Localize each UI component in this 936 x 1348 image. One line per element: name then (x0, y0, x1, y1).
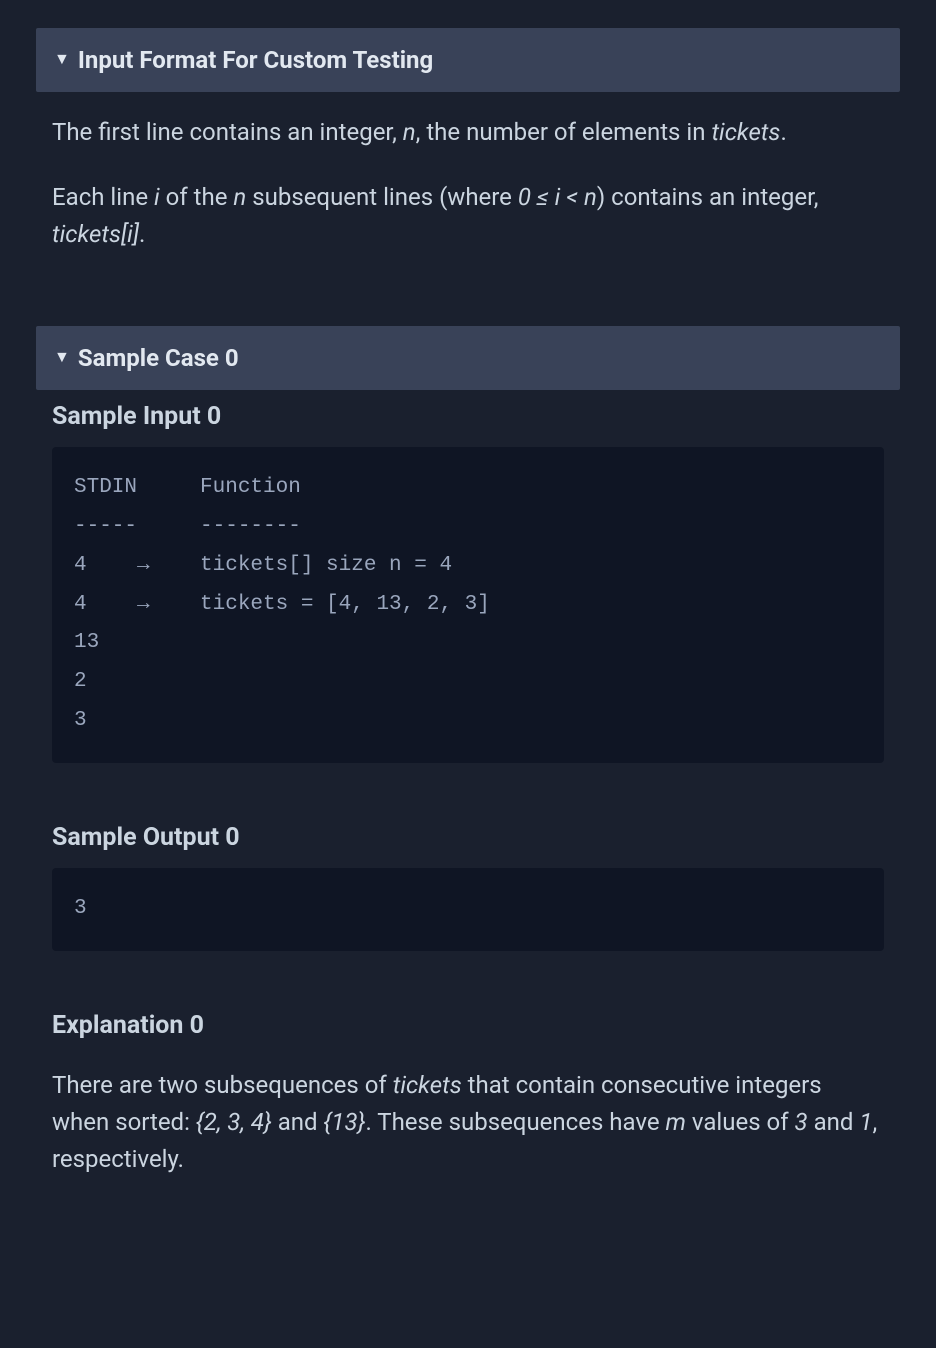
var-tickets: tickets (393, 1071, 462, 1099)
explanation-0-body: There are two subsequences of tickets th… (36, 1057, 900, 1215)
text: ) contains an integer, (597, 183, 819, 211)
sample-input-0-label: Sample Input 0 (36, 390, 900, 448)
spacer (36, 951, 900, 999)
sample-input-0-code: STDIN Function ----- -------- 4 → ticket… (52, 447, 884, 763)
val-1: 1 (859, 1108, 872, 1136)
text: . These subsequences have (365, 1108, 665, 1136)
text: Each line (52, 183, 154, 211)
sample-case-0-title: Sample Case 0 (78, 340, 239, 376)
problem-statement-page: ▼ Input Format For Custom Testing The fi… (0, 0, 936, 1348)
input-format-header[interactable]: ▼ Input Format For Custom Testing (36, 28, 900, 92)
var-n: n (403, 118, 416, 146)
text: subsequent lines (where (246, 183, 518, 211)
caret-down-icon: ▼ (54, 47, 70, 71)
spacer (36, 290, 900, 326)
text: values of (686, 1108, 795, 1136)
input-format-title: Input Format For Custom Testing (78, 42, 433, 78)
input-format-para-2: Each line i of the n subsequent lines (w… (52, 179, 884, 253)
caret-down-icon: ▼ (54, 345, 70, 369)
text: of the (160, 183, 234, 211)
text: . (139, 220, 145, 248)
text: and (272, 1108, 324, 1136)
sample-output-0-label: Sample Output 0 (36, 811, 900, 869)
explanation-0-label: Explanation 0 (36, 999, 900, 1057)
var-m: m (666, 1108, 686, 1136)
text: , the number of elements in (416, 118, 712, 146)
text: . (780, 118, 786, 146)
sample-case-0-header[interactable]: ▼ Sample Case 0 (36, 326, 900, 390)
var-tickets-i: tickets[i] (52, 220, 139, 248)
input-format-para-1: The first line contains an integer, n, t… (52, 114, 884, 151)
explanation-0-para: There are two subsequences of tickets th… (52, 1067, 884, 1179)
var-n: n (233, 183, 246, 211)
var-tickets: tickets (711, 118, 780, 146)
set-2: {13} (324, 1108, 366, 1136)
input-format-body: The first line contains an integer, n, t… (36, 92, 900, 290)
set-1: {2, 3, 4} (196, 1108, 272, 1136)
text: The first line contains an integer, (52, 118, 403, 146)
sample-output-0-code: 3 (52, 868, 884, 951)
text: and (808, 1108, 860, 1136)
spacer (36, 763, 900, 811)
var-cond: 0 ≤ i < n (518, 183, 597, 211)
text: There are two subsequences of (52, 1071, 393, 1099)
val-3: 3 (795, 1108, 808, 1136)
